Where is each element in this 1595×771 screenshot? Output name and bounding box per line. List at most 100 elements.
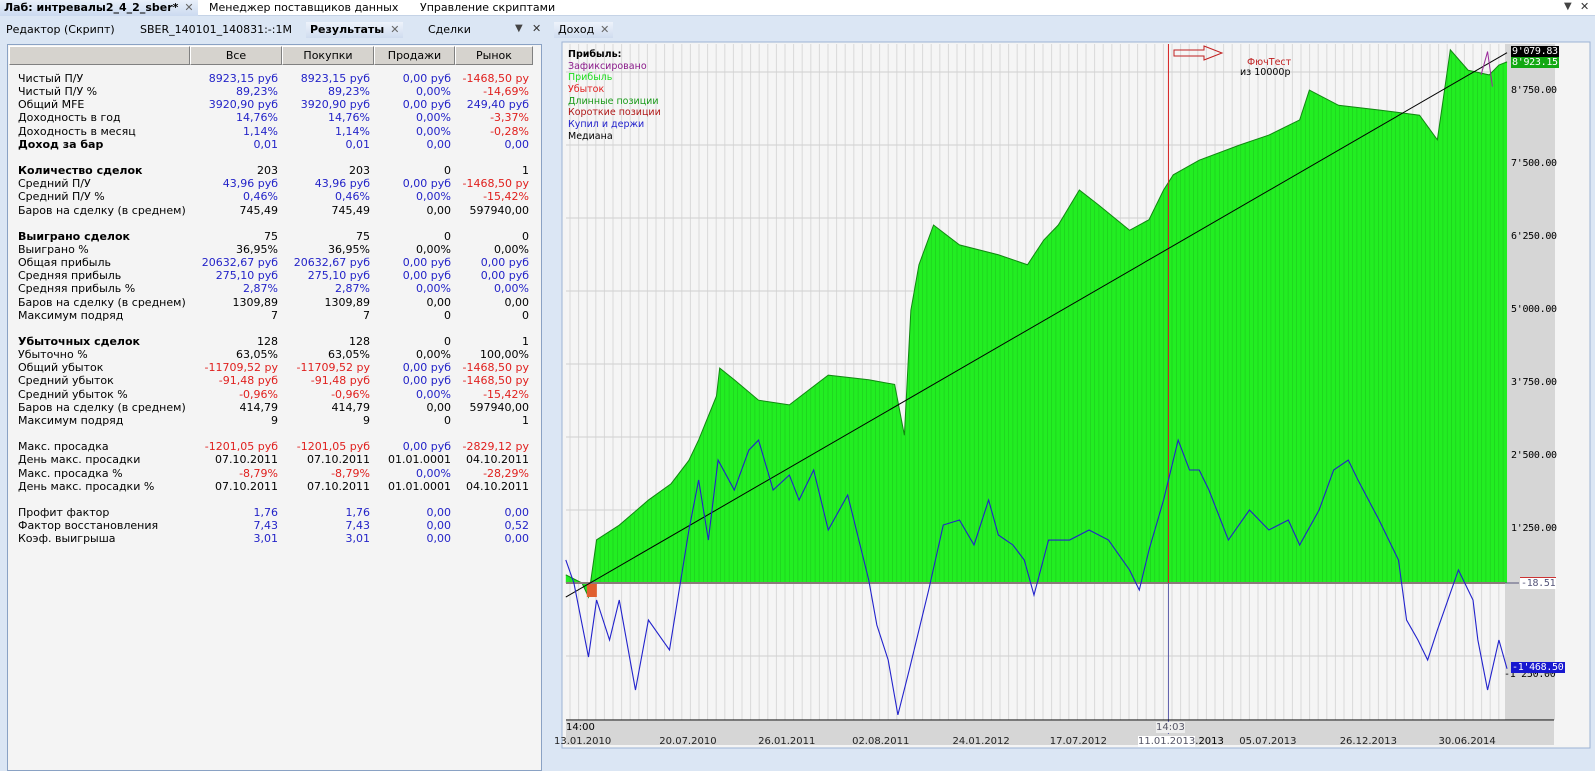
cell-value: 43,96 руб	[222, 177, 278, 191]
cell-value: 2,87%	[335, 282, 370, 296]
tab-results[interactable]: Результаты ✕	[306, 22, 404, 38]
legend-item[interactable]: Медиана	[568, 131, 661, 143]
x-tick-label: 24.01.2012	[952, 736, 1010, 747]
table-row: Баров на сделку (в среднем) 1309,89 1309,8…	[8, 296, 541, 309]
cell-value: -14,69%	[483, 85, 529, 99]
tab-instrument[interactable]: SBER_140101_140831:-:1M	[136, 22, 296, 38]
cell-value: 0,00%	[416, 85, 451, 99]
table-row: Профит фактор 1,76 1,76 0,00 0,00	[8, 506, 541, 519]
legend-item[interactable]: Купил и держи	[568, 119, 661, 131]
table-row: Максимум подряд 7 7 0 0	[8, 309, 541, 322]
row-label: Средняя прибыль %	[18, 282, 136, 296]
cell-value: 1309,89	[232, 295, 279, 309]
tab-lab[interactable]: Лаб: интревалы2_4_2_sber* ✕	[0, 0, 198, 16]
x-tick-label: 20.07.2010	[659, 736, 717, 747]
legend-item[interactable]: Длинные позиции	[568, 96, 661, 108]
column-header[interactable]: Рынок	[455, 46, 533, 65]
close-icon[interactable]: ✕	[532, 22, 541, 35]
legend-item[interactable]: Зафиксировано	[568, 61, 661, 73]
table-row: Максимум подряд 9 9 0 1	[8, 414, 541, 427]
cell-value: -0,28%	[490, 124, 529, 138]
cell-value: 0,00 руб	[402, 98, 451, 112]
cell-value: 0,00	[426, 203, 452, 217]
legend-item[interactable]: Короткие позиции	[568, 107, 661, 119]
cell-value: 0,00	[426, 400, 452, 414]
cell-value: 0	[444, 335, 451, 348]
dropdown-menu-icon[interactable]: ▼	[1564, 1, 1572, 12]
start-time-label: 14:00	[566, 722, 595, 733]
x-tick-label: 26.01.2011	[758, 736, 816, 747]
cell-value: 0,00 руб	[480, 256, 529, 270]
cell-value: 75	[264, 229, 278, 243]
cell-value: 36,95%	[236, 242, 278, 256]
tab-script-manager[interactable]: Управление скриптами	[416, 0, 559, 16]
cell-value: 0,01	[253, 137, 279, 151]
cell-value: 0,00	[426, 505, 452, 519]
table-header: Все Покупки Продажи Рынок	[8, 46, 541, 65]
cell-value: 0,46%	[243, 190, 278, 204]
cell-value: -1201,05 руб	[204, 440, 278, 454]
cell-value: 0,00 руб	[402, 374, 451, 388]
column-header[interactable]: Все	[190, 46, 282, 65]
legend-item[interactable]: Прибыль	[568, 72, 661, 84]
buyhold-end-label: -1'468.50	[1511, 662, 1565, 673]
cell-value: 128	[257, 335, 278, 348]
cell-value: 9	[271, 413, 278, 427]
cell-value: 0	[444, 229, 451, 243]
cell-value: 8923,15 руб	[300, 72, 370, 85]
cell-value: 1,14%	[335, 124, 370, 138]
cell-value: 01.01.0001	[388, 453, 451, 467]
income-chart[interactable]	[554, 20, 1595, 765]
row-label: День макс. просадки	[18, 453, 141, 467]
x-tick-label: 05.07.2013	[1239, 736, 1297, 747]
cell-value: 2,87%	[243, 282, 278, 296]
cell-value: 0,00%	[416, 348, 451, 362]
tab-data-providers[interactable]: Менеджер поставщиков данных	[205, 0, 402, 16]
row-label: День макс. просадки %	[18, 479, 155, 493]
cell-value: 597940,00	[469, 203, 530, 217]
row-label: Убыточно %	[18, 348, 88, 362]
row-label: Макс. просадка %	[18, 466, 123, 480]
close-icon[interactable]: ✕	[1580, 0, 1589, 13]
column-header[interactable]: Покупки	[282, 46, 374, 65]
table-row: Доходность в месяц 1,14% 1,14% 0,00% -0,28%	[8, 125, 541, 138]
close-icon[interactable]: ✕	[184, 1, 193, 14]
cell-value: 0,00%	[416, 124, 451, 138]
cell-value: 36,95%	[328, 242, 370, 256]
dropdown-menu-icon[interactable]: ▼	[515, 23, 523, 34]
cell-value: 0,00	[426, 519, 452, 533]
column-header[interactable]: Продажи	[374, 46, 455, 65]
table-row: Выиграно сделок 75 75 0 0	[8, 230, 541, 243]
cell-value: -1468,50 ру	[462, 177, 529, 191]
close-icon[interactable]: ✕	[390, 23, 399, 36]
table-row: Общий MFE 3920,90 руб 3920,90 руб 0,00 руб 2…	[8, 98, 541, 111]
legend-item[interactable]: Убыток	[568, 84, 661, 96]
cell-value: 249,40 руб	[466, 98, 529, 112]
row-label: Чистый П/У %	[18, 85, 98, 99]
cell-value: 07.10.2011	[215, 479, 278, 493]
median-end-label: 9'079.83	[1511, 46, 1559, 57]
tab-script-editor[interactable]: Редактор (Скрипт)	[2, 22, 119, 38]
cell-value: 07.10.2011	[307, 453, 370, 467]
column-header[interactable]	[9, 46, 190, 65]
short-position-bars	[586, 583, 597, 597]
table-row: Коэф. выигрыша 3,01 3,01 0,00 0,00	[8, 532, 541, 545]
row-label: Доход за бар	[18, 137, 104, 151]
cell-value: 0,00 руб	[402, 269, 451, 283]
tab-label: Лаб: интревалы2_4_2_sber*	[4, 1, 179, 14]
cell-value: 1,76	[253, 505, 279, 519]
row-label: Средняя прибыль	[18, 269, 122, 283]
cell-value: 597940,00	[469, 400, 530, 414]
cell-value: -8,79%	[331, 466, 370, 480]
cell-value: 203	[349, 164, 370, 178]
cell-value: 3,01	[253, 532, 279, 546]
row-label: Профит фактор	[18, 505, 110, 519]
cell-value: 275,10 руб	[215, 269, 278, 283]
tab-trades[interactable]: Сделки	[424, 22, 475, 38]
row-label: Средний П/У %	[18, 190, 105, 204]
crosshair-time-label: 14:03	[1156, 722, 1185, 733]
cell-value: 414,79	[239, 400, 279, 414]
income-chart-panel: Доход ✕ Прибыль: Зафиксировано Прибыль Убыт…	[554, 20, 1595, 765]
table-row: Общая прибыль 20632,67 руб 20632,67 руб 0,0…	[8, 256, 541, 269]
x-tick-label: 26.12.2013	[1339, 736, 1397, 747]
